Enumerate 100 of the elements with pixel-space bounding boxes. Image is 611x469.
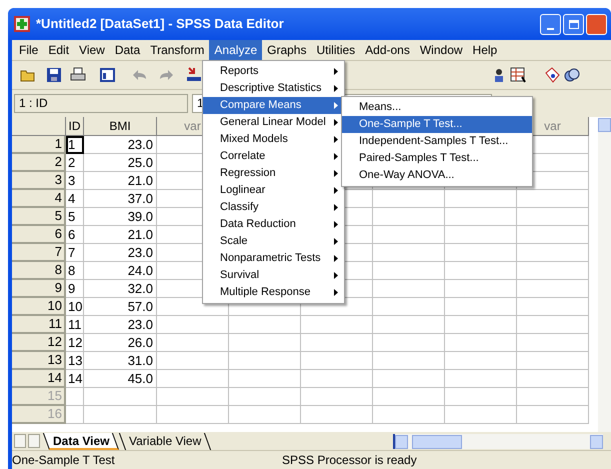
table-cell[interactable]: 14 — [66, 370, 84, 388]
table-cell[interactable] — [445, 208, 517, 226]
menu-item[interactable]: One-Way ANOVA... — [342, 167, 532, 184]
menu-item[interactable]: Nonparametric Tests — [203, 250, 344, 267]
table-cell[interactable] — [373, 370, 445, 388]
tag-icon[interactable] — [544, 67, 560, 83]
table-cell[interactable] — [229, 370, 301, 388]
menu-item[interactable]: Utilities — [311, 40, 360, 60]
table-cell[interactable]: 24.0 — [84, 262, 157, 280]
table-cell[interactable] — [517, 280, 589, 298]
menu-item[interactable]: Regression — [203, 165, 344, 182]
table-cell[interactable]: 31.0 — [84, 352, 157, 370]
table-cell[interactable] — [517, 298, 589, 316]
table-cell[interactable] — [229, 388, 301, 406]
close-button[interactable] — [586, 14, 607, 34]
table-cell[interactable] — [517, 334, 589, 352]
menu-item[interactable]: Descriptive Statistics — [203, 80, 344, 97]
table-cell[interactable] — [157, 334, 229, 352]
table-cell[interactable] — [301, 352, 373, 370]
row-header[interactable]: 14 — [12, 370, 66, 388]
table-cell[interactable]: 1 — [66, 136, 84, 154]
maximize-button[interactable] — [563, 14, 584, 34]
menu-item[interactable]: Means... — [342, 99, 532, 116]
circles-icon[interactable] — [564, 67, 580, 83]
table-cell[interactable] — [445, 244, 517, 262]
go-to-case-icon[interactable] — [186, 67, 202, 83]
table-cell[interactable] — [517, 190, 589, 208]
grid-icon[interactable] — [510, 67, 526, 83]
row-header[interactable]: 12 — [12, 334, 66, 352]
view-tab[interactable]: Variable View — [119, 432, 212, 450]
table-cell[interactable] — [301, 388, 373, 406]
table-cell[interactable]: 11 — [66, 316, 84, 334]
table-cell[interactable]: 7 — [66, 244, 84, 262]
table-cell[interactable]: 3 — [66, 172, 84, 190]
row-header[interactable]: 11 — [12, 316, 66, 334]
menu-item[interactable]: One-Sample T Test... — [342, 116, 532, 133]
menu-item[interactable]: Graphs — [262, 40, 312, 60]
table-cell[interactable] — [373, 226, 445, 244]
horizontal-scrollbar[interactable] — [393, 434, 603, 449]
table-cell[interactable] — [84, 406, 157, 424]
table-cell[interactable]: 25.0 — [84, 154, 157, 172]
menu-item[interactable]: Classify — [203, 199, 344, 216]
table-cell[interactable]: 21.0 — [84, 226, 157, 244]
table-cell[interactable] — [445, 190, 517, 208]
table-cell[interactable] — [373, 388, 445, 406]
menu-item[interactable]: Window — [414, 40, 468, 60]
row-header[interactable]: 1 — [12, 136, 66, 154]
table-cell[interactable] — [517, 208, 589, 226]
table-cell[interactable]: 10 — [66, 298, 84, 316]
table-cell[interactable]: 57.0 — [84, 298, 157, 316]
table-cell[interactable] — [301, 334, 373, 352]
menu-item[interactable]: Scale — [203, 233, 344, 250]
table-cell[interactable] — [373, 298, 445, 316]
menu-item[interactable]: Analyze — [209, 40, 262, 60]
row-header[interactable]: 8 — [12, 262, 66, 280]
menu-item[interactable]: Data — [110, 40, 146, 60]
table-cell[interactable] — [445, 406, 517, 424]
table-cell[interactable] — [373, 352, 445, 370]
table-cell[interactable] — [229, 352, 301, 370]
view-tab[interactable]: Data View — [42, 432, 120, 450]
menu-item[interactable]: Transform — [145, 40, 210, 60]
table-cell[interactable] — [373, 190, 445, 208]
menu-item[interactable]: File — [14, 40, 44, 60]
table-cell[interactable] — [373, 334, 445, 352]
table-cell[interactable]: 37.0 — [84, 190, 157, 208]
table-cell[interactable] — [157, 370, 229, 388]
tab-scroll-left-button[interactable] — [14, 434, 26, 448]
row-header[interactable]: 3 — [12, 172, 66, 190]
tab-scroll-right-button[interactable] — [28, 434, 40, 448]
table-cell[interactable] — [84, 388, 157, 406]
table-cell[interactable] — [445, 262, 517, 280]
table-cell[interactable] — [517, 406, 589, 424]
table-cell[interactable]: 45.0 — [84, 370, 157, 388]
menu-item[interactable]: Edit — [43, 40, 74, 60]
table-cell[interactable] — [229, 406, 301, 424]
table-cell[interactable] — [373, 244, 445, 262]
table-cell[interactable]: 13 — [66, 352, 84, 370]
row-header[interactable]: 5 — [12, 208, 66, 226]
cell-reference-field[interactable]: 1 : ID — [14, 94, 188, 113]
row-header[interactable]: 2 — [12, 154, 66, 172]
save-icon[interactable] — [46, 67, 62, 83]
menu-item[interactable]: Loglinear — [203, 182, 344, 199]
table-cell[interactable] — [445, 352, 517, 370]
menu-item[interactable]: Correlate — [203, 148, 344, 165]
menu-item[interactable]: View — [74, 40, 110, 60]
table-cell[interactable] — [301, 406, 373, 424]
table-cell[interactable]: 12 — [66, 334, 84, 352]
table-cell[interactable]: 2 — [66, 154, 84, 172]
table-cell[interactable]: 5 — [66, 208, 84, 226]
table-cell[interactable] — [373, 406, 445, 424]
table-cell[interactable] — [157, 316, 229, 334]
minimize-button[interactable] — [540, 14, 561, 34]
table-cell[interactable]: 21.0 — [84, 172, 157, 190]
table-cell[interactable] — [66, 406, 84, 424]
menu-item[interactable]: Multiple Response — [203, 284, 344, 301]
dialog-recall-icon[interactable] — [100, 67, 116, 83]
redo-icon[interactable] — [158, 67, 174, 83]
row-header[interactable]: 7 — [12, 244, 66, 262]
table-cell[interactable] — [66, 388, 84, 406]
print-icon[interactable] — [70, 67, 86, 83]
